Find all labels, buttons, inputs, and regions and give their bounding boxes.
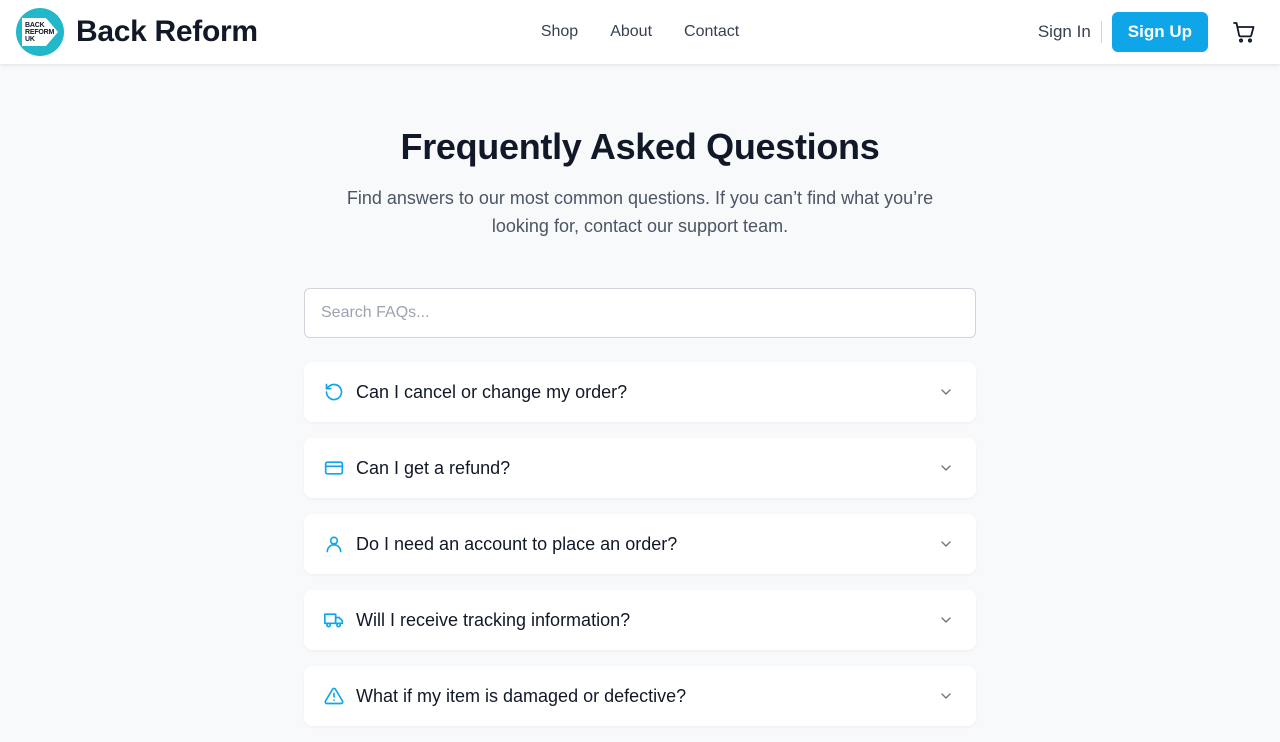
credit-card-icon: [324, 458, 344, 478]
faq-list: Can I cancel or change my order? Can I g…: [304, 362, 976, 742]
nav-link-shop[interactable]: Shop: [541, 23, 578, 41]
brand-home-link[interactable]: BACK REFORM UK Back Reform: [16, 8, 258, 56]
chevron-down-icon: [938, 536, 954, 552]
sign-in-link[interactable]: Sign In: [1038, 22, 1091, 42]
sign-up-button[interactable]: Sign Up: [1111, 12, 1208, 52]
logo-text-line-2: REFORM: [25, 29, 55, 36]
brand-logo: BACK REFORM UK: [16, 8, 64, 56]
faq-search-input[interactable]: [304, 288, 976, 338]
chevron-down-icon: [938, 612, 954, 628]
brand-name: Back Reform: [76, 15, 258, 48]
faq-item-tracking[interactable]: Will I receive tracking information?: [304, 590, 976, 650]
faq-item-refund[interactable]: Can I get a refund?: [304, 438, 976, 498]
refresh-icon: [324, 382, 344, 402]
chevron-down-icon: [938, 384, 954, 400]
header-actions: Sign In Sign Up: [1038, 0, 1256, 64]
logo-text-line-3: UK: [25, 36, 35, 43]
faq-item-cancel-order[interactable]: Can I cancel or change my order?: [304, 362, 976, 422]
truck-icon: [324, 610, 344, 630]
faq-item-account[interactable]: Do I need an account to place an order?: [304, 514, 976, 574]
nav-link-about[interactable]: About: [610, 23, 652, 41]
chevron-down-icon: [938, 688, 954, 704]
cart-icon[interactable]: [1232, 20, 1256, 44]
site-header: BACK REFORM UK Back Reform Shop About Co…: [0, 0, 1280, 64]
page-subtitle: Find answers to our most common question…: [346, 188, 934, 236]
header-divider: [1100, 21, 1102, 43]
chevron-down-icon: [938, 460, 954, 476]
nav-link-contact[interactable]: Contact: [684, 23, 739, 41]
logo-text-line-1: BACK: [25, 22, 45, 29]
user-icon: [324, 534, 344, 554]
faq-question: Will I receive tracking information?: [356, 609, 631, 630]
page-title: Frequently Asked Questions: [400, 126, 880, 167]
faq-question: Do I need an account to place an order?: [356, 533, 678, 554]
faq-question: Can I get a refund?: [356, 457, 511, 478]
alert-triangle-icon: [324, 686, 344, 706]
faq-item-damaged[interactable]: What if my item is damaged or defective?: [304, 666, 976, 726]
faq-question: What if my item is damaged or defective?: [356, 685, 687, 706]
faq-question: Can I cancel or change my order?: [356, 381, 628, 402]
